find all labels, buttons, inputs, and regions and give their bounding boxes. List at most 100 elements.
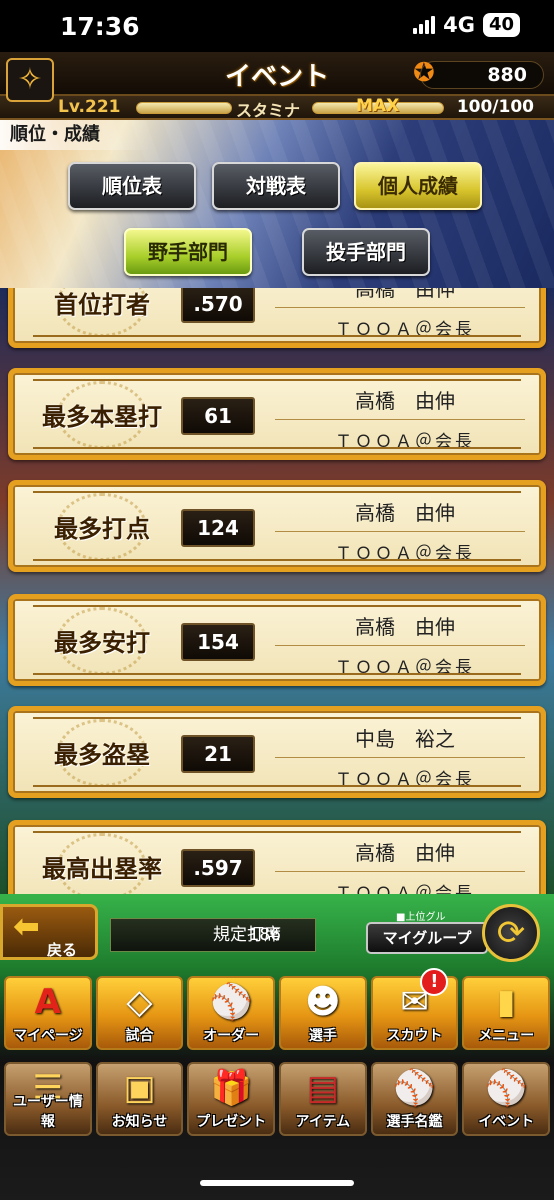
back-label: 戻る	[47, 941, 78, 959]
back-button[interactable]: ⬅ 戻る	[0, 904, 98, 960]
tab-personal-stats[interactable]: 個人成績	[354, 162, 482, 210]
menu-label: 選手名鑑	[386, 1114, 443, 1130]
menu-news[interactable]: ▣ お知らせ	[95, 1062, 184, 1136]
team-name: ＴＯＯＡ＠会長	[335, 884, 475, 894]
award-title: 最多本塁打	[42, 403, 162, 431]
menu-players[interactable]: ☻ 選手	[279, 976, 367, 1050]
menu-mypage[interactable]: A マイページ	[4, 976, 92, 1050]
refresh-icon[interactable]: ⟳	[482, 904, 540, 962]
name-divider	[275, 307, 525, 308]
card-ornament	[33, 335, 521, 337]
card-ornament	[33, 447, 521, 449]
gift-icon: 🎁	[210, 1068, 253, 1108]
menu-event[interactable]: ⚾ イベント	[462, 1062, 551, 1136]
record-card[interactable]: 最高出塁率 .597 高橋 由伸 ＴＯＯＡ＠会長	[8, 820, 546, 894]
menu-label: プレゼント	[196, 1114, 267, 1130]
record-card[interactable]: 最多安打 154 高橋 由伸 ＴＯＯＡ＠会長	[8, 594, 546, 686]
records-list[interactable]: 首位打者 .570 高橋 由伸 ＴＯＯＡ＠会長 最多本塁打 61 高橋 由伸 Ｔ…	[0, 288, 554, 894]
status-time: 17:36	[60, 12, 140, 41]
player-name: 高橋 由伸	[355, 288, 455, 301]
player-icon: ☻	[305, 982, 341, 1022]
stamina-bar-left	[136, 102, 232, 114]
tab-standings[interactable]: 順位表	[68, 162, 196, 210]
menu-scout[interactable]: ✉ スカウト !	[370, 968, 459, 1050]
menu-menu[interactable]: ▮ メニュー	[462, 976, 551, 1050]
award-title: 最多安打	[54, 629, 150, 657]
menu-label: マイページ	[12, 1028, 83, 1044]
stat-value: .570	[181, 288, 255, 323]
tab-pitchers[interactable]: 投手部門	[302, 228, 430, 276]
tab-fielders[interactable]: 野手部門	[124, 228, 252, 276]
award-title: 最高出塁率	[42, 855, 162, 883]
menu-label: イベント	[478, 1114, 535, 1130]
news-icon: ▣	[123, 1068, 156, 1108]
level-prefix: Lv.	[58, 97, 85, 117]
menu-label: 試合	[125, 1028, 154, 1044]
my-group-button[interactable]: マイグループ	[366, 922, 488, 954]
menu-present[interactable]: 🎁 プレゼント	[187, 1062, 276, 1136]
level-bar: Lv.221 スタミナ MAX 100/100	[0, 96, 554, 120]
menu-label: メニュー	[478, 1028, 535, 1044]
tab-schedule[interactable]: 対戦表	[212, 162, 340, 210]
status-right: 4G 40	[413, 13, 520, 37]
player-name: 高橋 由伸	[355, 841, 455, 865]
mascot-icon: ▮	[496, 982, 516, 1022]
baseball-icon: ⚾	[485, 1068, 528, 1108]
record-card[interactable]: 首位打者 .570 高橋 由伸 ＴＯＯＡ＠会長	[8, 288, 546, 348]
qualifying-at-bats: 規定打席 186	[110, 918, 316, 952]
level-value: 221	[85, 97, 121, 117]
menu-label: オーダー	[203, 1028, 260, 1044]
stat-value: 124	[181, 509, 255, 547]
stat-value: 21	[181, 735, 255, 773]
stamina-label: スタミナ	[236, 101, 301, 120]
bottom-panel: ⬅ 戻る 規定打席 186 ■上位グル マイグループ ⟳ A マイページ ◇ 試…	[0, 894, 554, 1200]
name-divider	[275, 531, 525, 532]
menu-label: お知らせ	[111, 1114, 168, 1130]
award-title: 首位打者	[54, 291, 150, 319]
menu-player-directory[interactable]: ⚾ 選手名鑑	[370, 1062, 459, 1136]
menu-game[interactable]: ◇ 試合	[95, 976, 184, 1050]
battery-icon: 40	[482, 13, 520, 37]
stamina-max-tag: MAX	[356, 96, 400, 116]
main-menu-row: A マイページ ◇ 試合 ⚾ オーダー ☻ 選手 ✉ スカウト ! ▮ メニュー	[4, 968, 551, 1050]
stat-value: 61	[181, 397, 255, 435]
mygroup-caption: ■上位グル	[396, 912, 446, 923]
card-ornament	[33, 673, 521, 675]
status-bar: 17:36 4G 40	[0, 0, 554, 52]
field-icon: ⚾	[210, 982, 253, 1022]
menu-user-info[interactable]: ☰ ユーザー情報	[4, 1062, 92, 1136]
coin-icon: ✪	[413, 58, 435, 88]
name-divider	[275, 419, 525, 420]
record-card[interactable]: 最多打点 124 高橋 由伸 ＴＯＯＡ＠会長	[8, 480, 546, 572]
name-divider	[275, 757, 525, 758]
section-banner: 順位・成績 順位表 対戦表 個人成績 野手部門 投手部門	[0, 120, 554, 288]
name-divider	[275, 645, 525, 646]
section-title: 順位・成績	[0, 120, 150, 150]
award-title: 最多打点	[54, 515, 150, 543]
menu-items[interactable]: ▤ アイテム	[279, 1062, 367, 1136]
stadium-icon: ◇	[126, 982, 153, 1022]
home-indicator[interactable]	[200, 1180, 354, 1186]
card-ornament	[33, 559, 521, 561]
mypage-icon: A	[34, 982, 61, 1022]
player-name: 高橋 由伸	[355, 615, 455, 639]
batter-icon: ⚾	[393, 1068, 436, 1108]
award-title: 最多盗塁	[54, 741, 150, 769]
team-logo-icon[interactable]: ✧	[6, 58, 54, 102]
coin-value: 880	[487, 64, 527, 86]
menu-order[interactable]: ⚾ オーダー	[187, 976, 276, 1050]
menu-label: スカウト	[386, 1028, 443, 1044]
signal-icon	[413, 16, 436, 34]
card-ornament	[33, 785, 521, 787]
menu-label: アイテム	[295, 1114, 351, 1130]
qualifying-value: 186	[248, 925, 281, 945]
app-screen: 17:36 4G 40 ✧ イベント ✪ 880 Lv.221 スタミナ MAX…	[0, 0, 554, 1200]
record-card[interactable]: 最多本塁打 61 高橋 由伸 ＴＯＯＡ＠会長	[8, 368, 546, 460]
player-name: 高橋 由伸	[355, 389, 455, 413]
level-display: Lv.221	[58, 97, 121, 117]
menu-label: ユーザー情報	[12, 1094, 83, 1130]
player-name: 高橋 由伸	[355, 501, 455, 525]
record-card[interactable]: 最多盗塁 21 中島 裕之 ＴＯＯＡ＠会長	[8, 706, 546, 798]
coin-counter[interactable]: ✪ 880	[413, 58, 544, 89]
name-divider	[275, 871, 525, 872]
